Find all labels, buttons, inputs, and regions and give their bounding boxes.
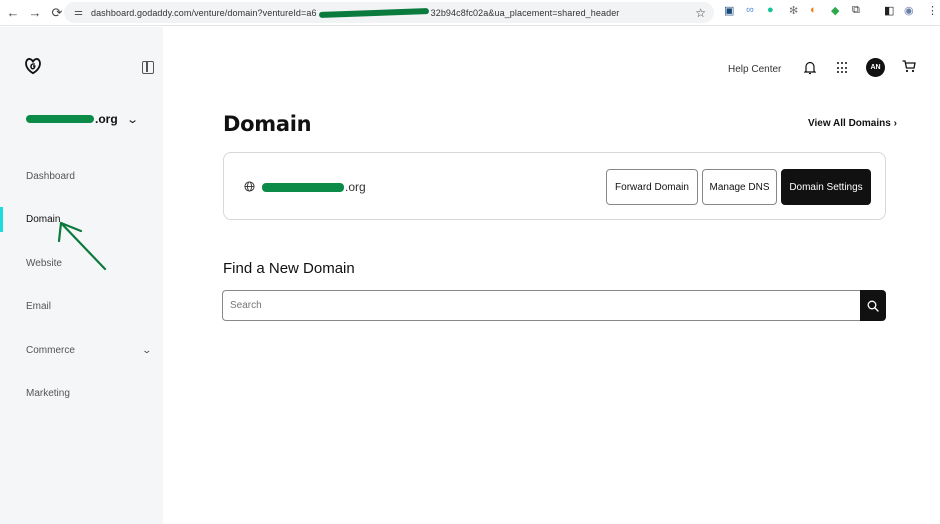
- sidebar-item-commerce[interactable]: Commerce: [26, 345, 75, 356]
- apps-grid-icon[interactable]: [837, 62, 849, 74]
- account-selector[interactable]: .org ⌄: [26, 112, 139, 126]
- view-all-domains-link[interactable]: View All Domains ›: [808, 118, 897, 129]
- evernote-icon[interactable]: ◆: [831, 4, 839, 17]
- domain-search-input[interactable]: [222, 290, 862, 321]
- redaction-mark: [26, 115, 94, 123]
- url-prefix: dashboard.godaddy.com/venture/domain?ven…: [90, 7, 317, 18]
- sidebar: .org ⌄ Dashboard Domain Website Email Co…: [0, 27, 163, 524]
- chevron-down-icon: ⌄: [125, 113, 139, 126]
- search-button[interactable]: [860, 290, 886, 321]
- extension-gear-icon[interactable]: ✻: [789, 4, 798, 17]
- domain-card: .org Forward Domain Manage DNS Domain Se…: [223, 152, 886, 220]
- domain-settings-button[interactable]: Domain Settings: [781, 169, 871, 205]
- domain-suffix: .org: [345, 180, 366, 194]
- url-suffix: 32b94c8fc02a&ua_placement=shared_header: [430, 7, 620, 18]
- address-bar[interactable]: ⚌ dashboard.godaddy.com/venture/domain?v…: [64, 2, 714, 23]
- browser-menu-icon[interactable]: ⋮: [927, 4, 938, 17]
- find-domain-heading: Find a New Domain: [223, 260, 355, 277]
- annotation-arrow-icon: [57, 221, 107, 271]
- notifications-bell-icon[interactable]: [804, 61, 816, 75]
- grammarly-icon[interactable]: ●: [767, 4, 774, 16]
- sidebar-item-dashboard[interactable]: Dashboard: [26, 171, 75, 182]
- browser-toolbar: ← → ⟳ ⚌ dashboard.godaddy.com/venture/do…: [0, 0, 940, 26]
- account-name: .org: [95, 112, 118, 126]
- bookmark-star-icon[interactable]: ☆: [695, 6, 706, 20]
- redaction-mark: [318, 8, 429, 19]
- redaction-mark: [262, 182, 344, 192]
- extension-icon[interactable]: ▣: [724, 4, 734, 17]
- extensions-puzzle-icon[interactable]: ⧉: [852, 4, 860, 17]
- back-button[interactable]: ←: [2, 5, 24, 20]
- sidebar-item-marketing[interactable]: Marketing: [26, 388, 70, 399]
- extension-icon-2[interactable]: ◐: [810, 4, 817, 16]
- forward-button[interactable]: →: [24, 5, 46, 20]
- shopping-cart-icon[interactable]: [902, 60, 916, 73]
- globe-icon: [244, 181, 255, 192]
- help-center-link[interactable]: Help Center: [728, 64, 781, 75]
- site-settings-icon[interactable]: ⚌: [74, 7, 83, 18]
- url-text: dashboard.godaddy.com/venture/domain?ven…: [90, 7, 620, 19]
- sidebar-item-email[interactable]: Email: [26, 301, 51, 312]
- active-indicator: [0, 207, 3, 232]
- godaddy-logo-icon[interactable]: [24, 57, 42, 75]
- forward-domain-button[interactable]: Forward Domain: [606, 169, 698, 205]
- chevron-down-icon[interactable]: ⌄: [141, 345, 152, 356]
- domain-name[interactable]: .org: [262, 180, 366, 194]
- user-avatar[interactable]: AN: [866, 58, 885, 77]
- collapse-sidebar-icon[interactable]: [142, 61, 154, 74]
- profile-avatar-icon[interactable]: ◉: [904, 4, 914, 17]
- side-panel-icon[interactable]: ◧: [884, 4, 894, 17]
- page-title: Domain: [223, 112, 312, 136]
- manage-dns-button[interactable]: Manage DNS: [702, 169, 777, 205]
- extension-link-icon[interactable]: ∞: [746, 4, 754, 16]
- search-icon: [867, 300, 879, 312]
